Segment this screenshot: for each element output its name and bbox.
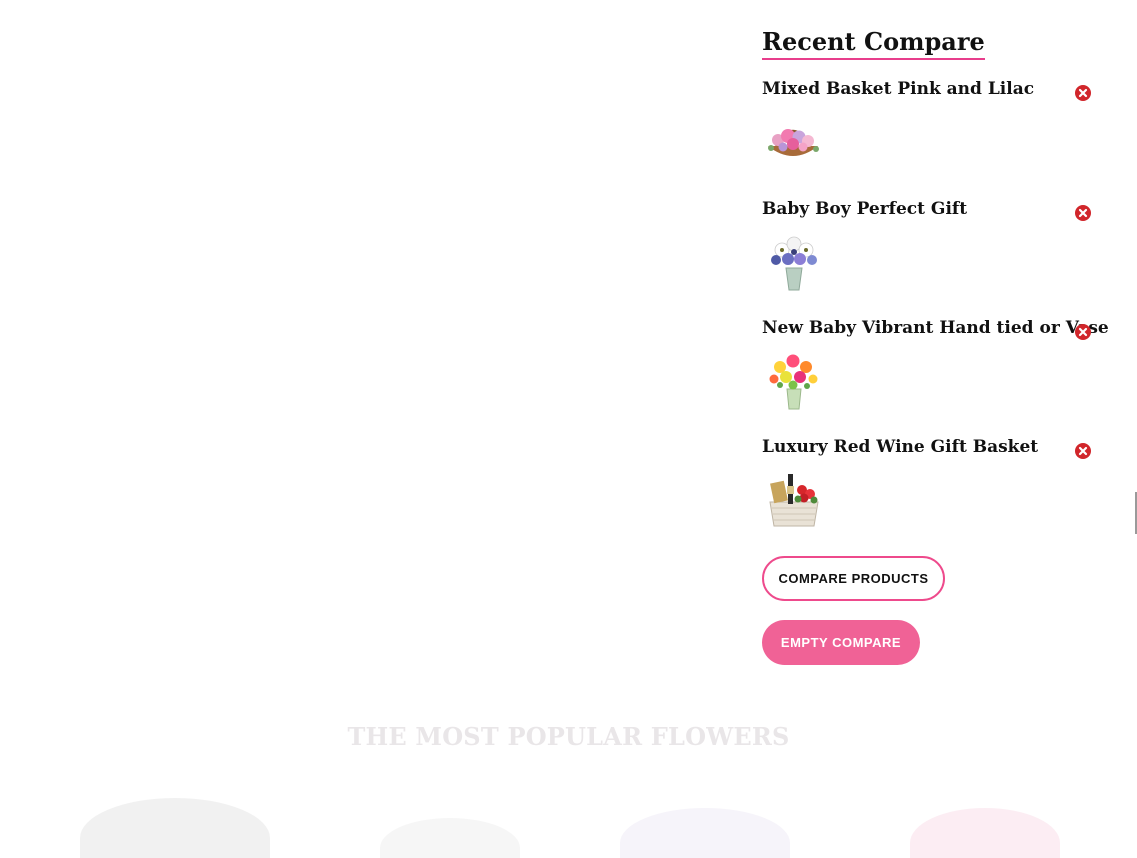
blue-white-bouquet-image[interactable] <box>762 230 824 292</box>
compare-item-title[interactable]: Luxury Red Wine Gift Basket <box>762 436 1038 458</box>
close-circle-icon <box>1078 446 1088 456</box>
close-circle-icon <box>1078 88 1088 98</box>
product-image-placeholder <box>80 798 270 858</box>
compare-item: Mixed Basket Pink and Lilac <box>762 78 1102 188</box>
compare-products-button[interactable]: COMPARE PRODUCTS <box>762 556 945 601</box>
remove-compare-item-button[interactable] <box>1075 324 1091 340</box>
compare-item: Luxury Red Wine Gift Basket <box>762 436 1102 546</box>
popular-flowers-heading: THE MOST POPULAR FLOWERS <box>347 722 790 751</box>
compare-item-title[interactable]: Baby Boy Perfect Gift <box>762 198 967 220</box>
close-circle-icon <box>1078 327 1088 337</box>
compare-item-title[interactable]: Mixed Basket Pink and Lilac <box>762 78 1034 100</box>
close-circle-icon <box>1078 208 1088 218</box>
product-image-placeholder <box>620 808 790 858</box>
remove-compare-item-button[interactable] <box>1075 85 1091 101</box>
remove-compare-item-button[interactable] <box>1075 443 1091 459</box>
recent-compare-title: Recent Compare <box>762 28 985 60</box>
wine-gift-basket-image[interactable] <box>762 468 824 530</box>
pink-lilac-basket-image[interactable] <box>762 110 824 172</box>
compare-item: New Baby Vibrant Hand tied or Vase <box>762 317 1109 427</box>
vibrant-bouquet-image[interactable] <box>762 349 824 411</box>
remove-compare-item-button[interactable] <box>1075 205 1091 221</box>
compare-item-title[interactable]: New Baby Vibrant Hand tied or Vase <box>762 317 1109 339</box>
product-carousel-preview <box>0 790 1137 858</box>
product-image-placeholder <box>380 818 520 858</box>
product-image-placeholder <box>910 808 1060 858</box>
empty-compare-button[interactable]: EMPTY COMPARE <box>762 620 920 665</box>
compare-item: Baby Boy Perfect Gift <box>762 198 1102 308</box>
